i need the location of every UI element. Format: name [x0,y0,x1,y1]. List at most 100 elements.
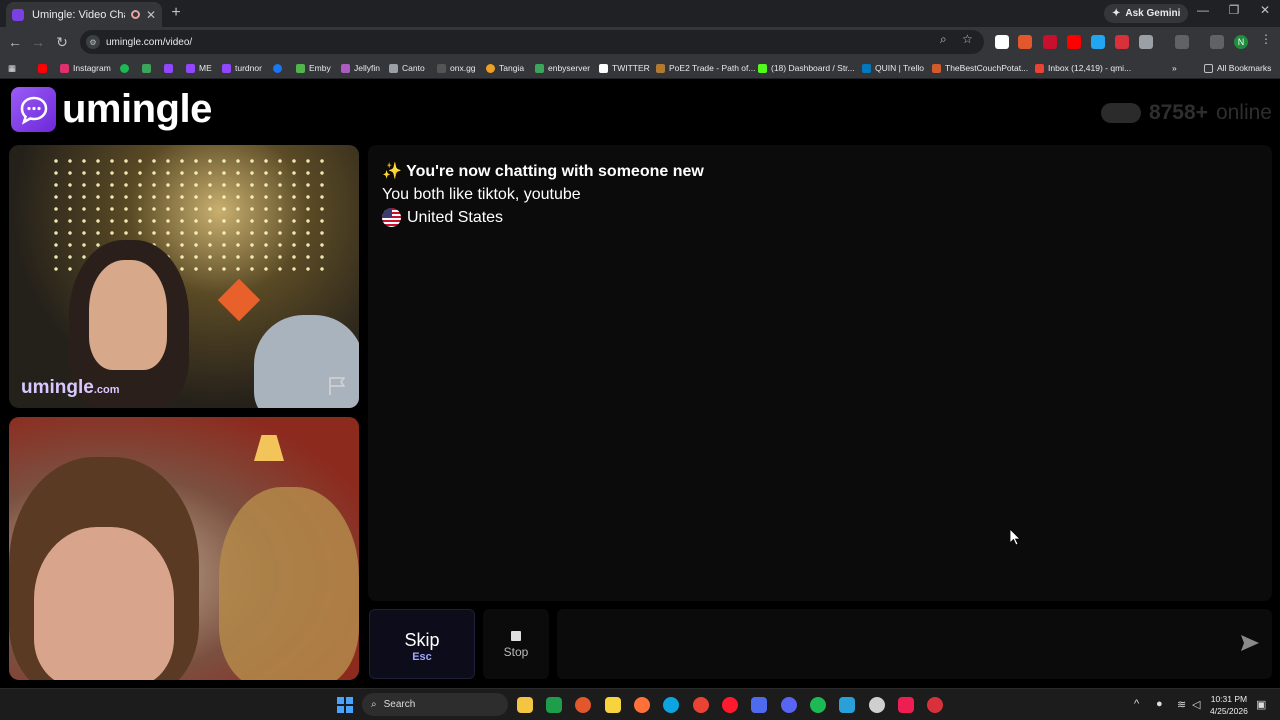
canto-icon [389,63,398,73]
notifications-icon[interactable]: ▣ [1256,698,1266,711]
bookmark-canto[interactable]: Canto [389,61,425,75]
bookmark-label: Inbox (12,419) - qmi... [1048,63,1132,73]
extension-blue-icon[interactable] [1091,35,1105,49]
extension-shield-icon[interactable] [1115,35,1129,49]
extensions-puzzle-icon[interactable] [1139,35,1153,49]
bookmark-youtube[interactable] [38,61,47,75]
stop-label: Stop [503,645,529,659]
apps-grid-icon[interactable]: ▦ [8,61,16,75]
bookmark-emby[interactable]: Emby [296,61,331,75]
close-window-button[interactable]: ✕ [1250,3,1280,17]
bookmark-label: enbyserver [548,63,591,73]
extension-red-icon[interactable] [1043,35,1057,49]
tiktok-icon[interactable] [898,697,914,713]
site-info-icon[interactable]: ⚙ [86,35,100,49]
bookmark-label: Instagram [73,63,111,73]
spotify-icon[interactable] [810,697,826,713]
back-icon[interactable]: ← [6,33,24,51]
self-video [9,417,359,680]
message-input[interactable] [557,609,1272,679]
spotify-icon [120,63,129,73]
bookmark-dashboard[interactable]: (18) Dashboard / Str... [758,61,855,75]
gmail-icon [1035,63,1044,73]
bookmark-label: PoE2 Trade - Path of... [669,63,756,73]
enbyserver-icon [535,63,544,73]
media-control-icon[interactable] [1210,35,1224,49]
chrome-icon[interactable] [693,697,709,713]
bookmark-onx[interactable]: onx.gg [437,61,476,75]
bookmark-turdnor[interactable]: turdnor [222,61,262,75]
taskbar-search[interactable]: ⌕ Search [362,693,508,716]
bookmark-tangia[interactable]: Tangia [486,61,524,75]
new-tab-button[interactable]: + [168,4,184,22]
windows-start-icon[interactable] [337,697,353,713]
maximize-window-button[interactable]: ❐ [1219,3,1249,17]
red-app-icon[interactable] [927,697,943,713]
close-tab-icon[interactable]: ✕ [146,8,156,22]
sparkles-icon: ✨ [382,163,402,180]
chat-interests: You both like tiktok, youtube [382,186,581,203]
wifi-icon[interactable]: ≋ [1177,698,1186,711]
tab-search-icon[interactable] [1175,35,1189,49]
bookmark-label: TWITTER [612,63,650,73]
forward-icon[interactable]: → [29,33,47,51]
bookmark-me[interactable]: ME [186,61,212,75]
bookmark-spotify[interactable] [120,61,129,75]
self-shirt-shape [219,487,359,680]
couchpotato-icon [932,63,941,73]
blue-app-icon[interactable] [751,697,767,713]
extension-k-icon[interactable] [995,35,1009,49]
report-flag-icon[interactable] [327,376,349,396]
warning-sign-image [217,278,261,322]
address-bar[interactable]: ⚙ umingle.com/video/ [80,30,984,54]
bookmark-star-icon[interactable]: ☆ [962,32,973,46]
bookmark-green[interactable] [142,61,151,75]
reload-icon[interactable]: ↻ [53,33,71,51]
taskbar-clock[interactable]: 10:31 PM 4/25/2026 [1210,693,1248,717]
fox-app-icon[interactable] [575,697,591,713]
zoom-icon[interactable]: ⌕ [940,32,947,47]
bookmark-gmail-inbox[interactable]: Inbox (12,419) - qmi... [1035,61,1131,75]
bookmark-twitter[interactable]: TWITTER [599,61,650,75]
profile-avatar[interactable]: N [1234,35,1248,49]
opera-icon[interactable] [722,697,738,713]
all-bookmarks-folder[interactable]: All Bookmarks [1204,61,1271,75]
bookmark-enbyserver[interactable]: enbyserver [535,61,590,75]
bookmark-couchpotato[interactable]: TheBestCouchPotat... [932,61,1028,75]
sticky-notes-icon[interactable] [605,697,621,713]
stop-button[interactable]: Stop [483,609,549,679]
bookmark-jellyfin[interactable]: Jellyfin [341,61,380,75]
send-icon[interactable] [1240,634,1260,652]
bookmark-trello[interactable]: QUIN | Trello [862,61,924,75]
green-play-app-icon[interactable] [546,697,562,713]
microphone-icon[interactable]: ● [1156,698,1163,710]
site-logo[interactable]: umingle [11,87,212,132]
extension-fox-icon[interactable] [1018,35,1032,49]
bookmark-instagram[interactable]: Instagram [60,61,111,75]
bookmark-label: Jellyfin [354,63,380,73]
ask-gemini-button[interactable]: ✦ Ask Gemini [1104,4,1189,23]
volume-icon[interactable]: ◁ [1192,698,1200,711]
online-toggle[interactable] [1100,103,1141,123]
lamp-image [254,435,284,461]
bookmark-facebook[interactable] [273,61,282,75]
extension-youtube-icon[interactable] [1067,35,1081,49]
firefox-icon[interactable] [634,697,650,713]
edge-icon[interactable] [663,697,679,713]
browser-tab[interactable]: Umingle: Video Chat with S ✕ [6,2,162,27]
tray-overflow-chevron-icon[interactable]: ^ [1134,698,1139,710]
bookmark-poe2-trade[interactable]: PoE2 Trade - Path of... [656,61,755,75]
browser-menu-icon[interactable]: ⋮ [1260,32,1272,46]
minimize-window-button[interactable]: — [1188,3,1218,17]
file-explorer-icon[interactable] [517,697,533,713]
chat-bubble-logo-icon [11,87,56,132]
skip-button[interactable]: Skip Esc [369,609,475,679]
logo-wordmark: umingle [62,87,212,131]
notepad-icon[interactable] [839,697,855,713]
more-bookmarks-chevron-icon[interactable]: » [1172,61,1177,75]
discord-icon[interactable] [781,697,797,713]
bookmark-label: onx.gg [450,63,476,73]
twitch-icon [222,63,231,73]
bookmark-twitch[interactable] [164,61,173,75]
clock-app-icon[interactable] [869,697,885,713]
